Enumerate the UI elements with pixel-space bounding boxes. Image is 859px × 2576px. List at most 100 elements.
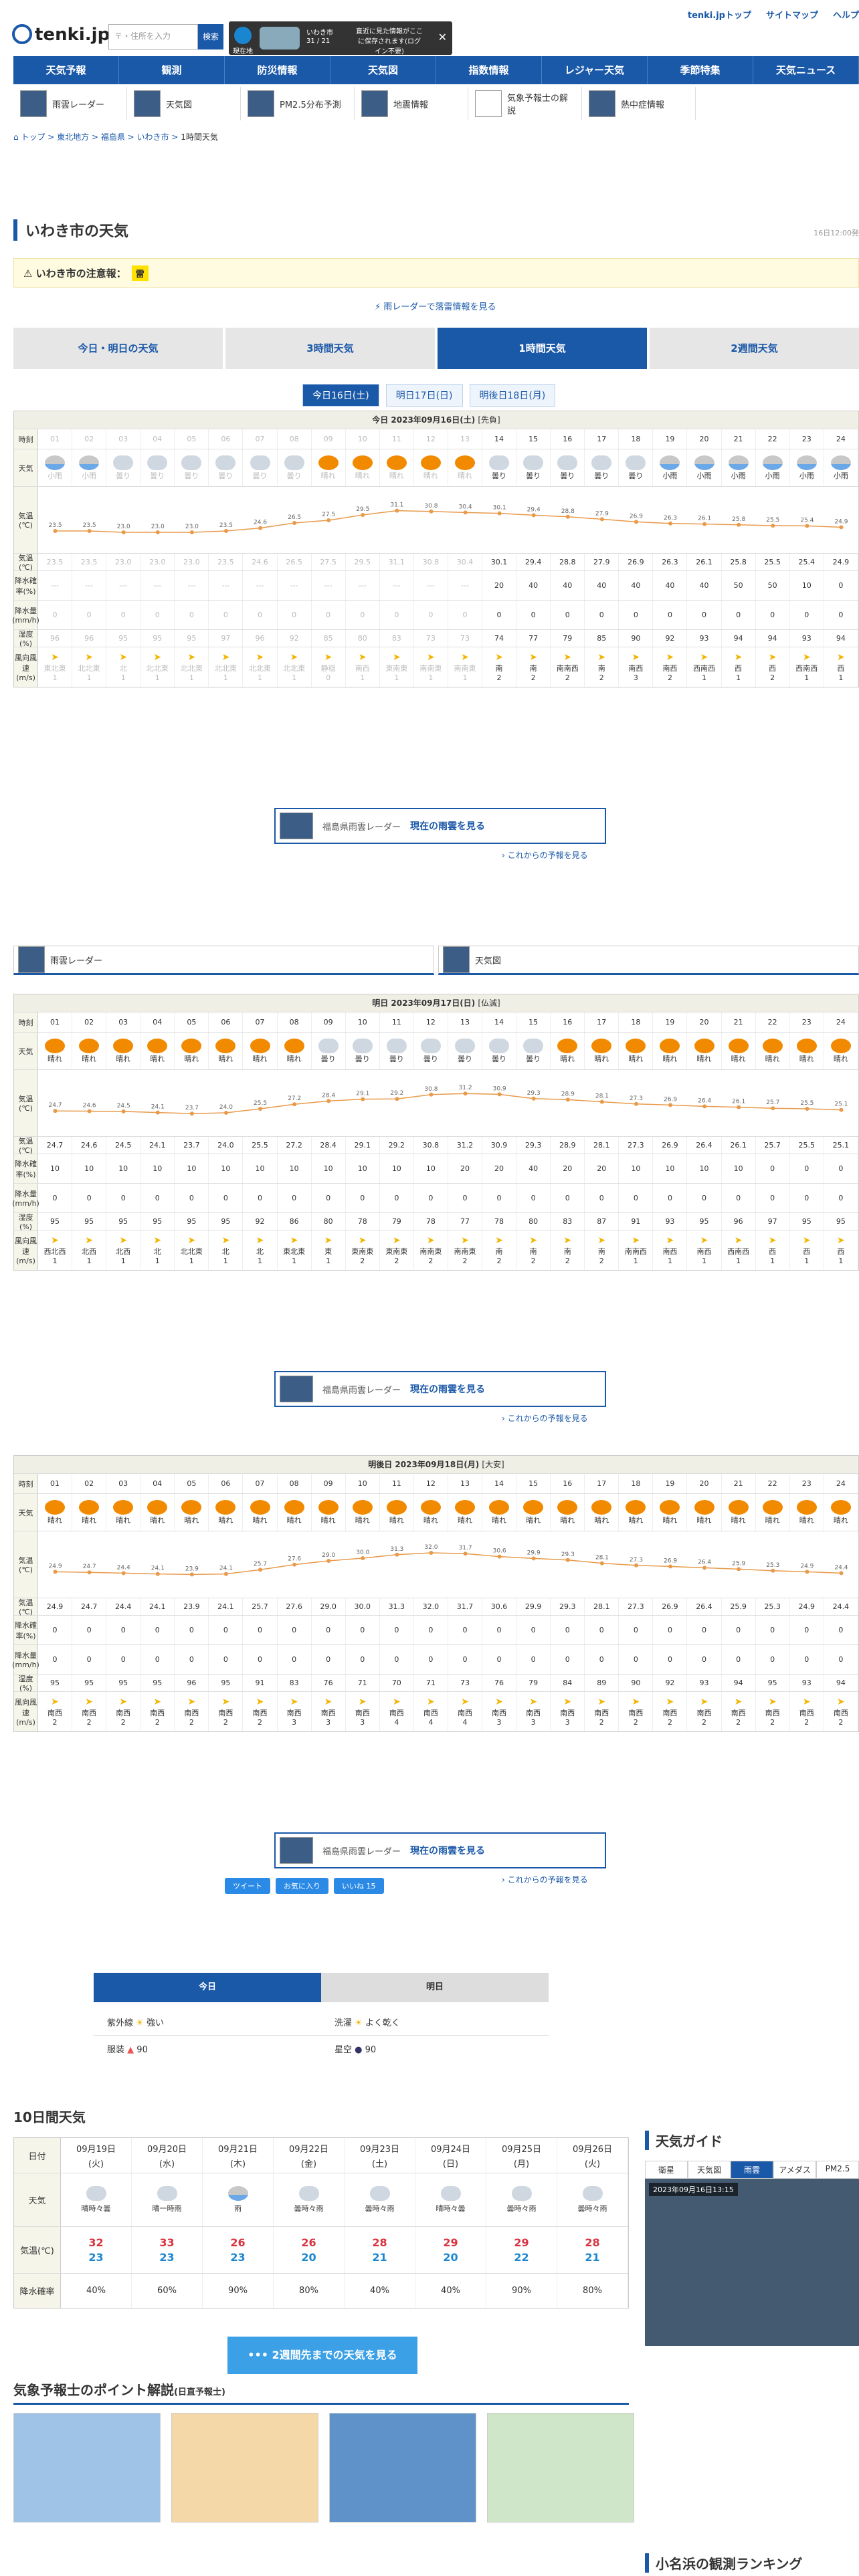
point-card[interactable] <box>329 2413 476 2523</box>
gnav-item[interactable]: レジャー天気 <box>542 56 648 84</box>
temp-value: 24.6 <box>80 1141 98 1150</box>
wind-cell: ➤ 南 2 <box>482 647 517 687</box>
temp-point <box>326 1099 331 1103</box>
more-forecast-link[interactable]: › これからの予報を見る <box>502 849 588 861</box>
temp-point-label: 24.1 <box>219 1566 233 1572</box>
precip-row: 降水量(mm/h) 0 0 0 0 0 0 0 0 0 0 0 0 0 0 0 0 0 0 0 0 0 0 0 0 <box>12 600 858 629</box>
precip-value: 0 <box>531 611 536 619</box>
advisory-badge[interactable]: 雷 <box>131 265 149 281</box>
index-tab-tomorrow[interactable]: 明日 <box>321 1973 549 2002</box>
weather-icon <box>626 1038 646 1053</box>
crumb-item[interactable]: トップ <box>21 132 45 142</box>
crumb-item[interactable]: 福島県 <box>101 132 125 142</box>
rain-radar-button[interactable]: 福島県雨雲レーダー 現在の雨雲を見る <box>274 808 606 844</box>
like-button[interactable]: いいね 15 <box>334 1878 384 1894</box>
tab-today-tomorrow[interactable]: 今日・明日の天気 <box>13 328 223 369</box>
rain-radar-button[interactable]: 福島県雨雲レーダー 現在の雨雲を見る <box>274 1371 606 1407</box>
hour-label: 11 <box>391 1479 401 1488</box>
day-tab[interactable]: 明後日18日(月) <box>469 384 556 407</box>
search-button[interactable]: 検索 <box>198 24 223 49</box>
tab-3hour[interactable]: 3時間天気 <box>225 328 435 369</box>
wind-arrow-icon: ➤ <box>290 1697 298 1707</box>
radar-link[interactable]: ⚡ 雨レーダーで落雷情報を見る <box>375 300 496 312</box>
crumb-item[interactable]: いわき市 <box>137 132 169 142</box>
prob-cell: 40 <box>516 571 551 600</box>
link-sitemap[interactable]: サイトマップ <box>766 11 818 21</box>
hour-label: 13 <box>460 1479 470 1488</box>
weather-cell: 晴れ <box>482 1494 517 1531</box>
rain-radar-map[interactable]: 2023年09月16日13:15 <box>645 2179 859 2346</box>
humid-cell: 95 <box>72 1675 107 1691</box>
current-location-widget[interactable]: 現在地 いわき市 31 / 21 直近に見た情報がここに保存されます(ログイン不… <box>229 21 452 56</box>
precip-value: 0 <box>770 611 775 619</box>
day-tab[interactable]: 今日16日(土) <box>302 384 379 407</box>
heat-thumb <box>589 90 615 117</box>
tweet-button[interactable]: ツイート <box>225 1878 270 1894</box>
gnav-item[interactable]: 天気ニュース <box>753 56 859 84</box>
index-item[interactable]: 星空 ● 90 <box>321 2036 549 2062</box>
snav-item[interactable]: 気象予報士の解説 <box>468 87 582 120</box>
more-forecast-link[interactable]: › これからの予報を見る <box>502 1874 588 1885</box>
guide-tab[interactable]: PM2.5 <box>816 2161 859 2179</box>
snav-item[interactable]: 天気図 <box>127 87 241 120</box>
prob-cell: 10 <box>175 1154 209 1183</box>
guide-tab[interactable]: アメダス <box>773 2161 816 2179</box>
index-tab-today[interactable]: 今日 <box>94 1973 321 2002</box>
prob-value: --- <box>358 581 367 590</box>
weather-text: 晴れ <box>82 1515 97 1525</box>
gnav-item[interactable]: 天気図 <box>330 56 436 84</box>
link-top[interactable]: tenki.jpトップ <box>688 11 751 21</box>
day-tab[interactable]: 明日17日(日) <box>385 384 463 407</box>
guide-tab[interactable]: 衛星 <box>645 2161 688 2179</box>
strip-item-chart[interactable]: 天気図 <box>438 946 859 975</box>
temp-cell: 31.7 <box>448 1598 483 1615</box>
prob-cell: --- <box>278 571 312 600</box>
time-cell: 20 <box>687 429 722 449</box>
close-icon[interactable]: ✕ <box>438 31 447 43</box>
point-card[interactable] <box>487 2413 634 2523</box>
temp-point <box>361 513 365 517</box>
advisory-banner[interactable]: ⚠ いわき市の注意報：雷 <box>13 258 859 288</box>
weather-icon <box>440 2186 461 2201</box>
gnav-item[interactable]: 観測 <box>119 56 225 84</box>
index-item[interactable]: 紫外線 ☀ 強い <box>94 2009 321 2036</box>
strip-item-radar[interactable]: 雨雲レーダー <box>13 946 434 975</box>
wind-cell: ➤ 西 1 <box>790 1230 824 1270</box>
tab-2week[interactable]: 2週間天気 <box>650 328 859 369</box>
gnav-item[interactable]: 指数情報 <box>436 56 542 84</box>
ten-weather: 晴一時雨 <box>152 2204 182 2213</box>
search-input[interactable]: 〒・住所を入力 <box>108 24 198 49</box>
link-help[interactable]: ヘルプ <box>833 11 859 21</box>
point-card[interactable] <box>13 2413 161 2523</box>
hour-label: 04 <box>153 1018 163 1027</box>
hour-label: 01 <box>50 1018 60 1027</box>
crumb-item[interactable]: 東北地方 <box>57 132 89 142</box>
gnav-item[interactable]: 防災情報 <box>225 56 330 84</box>
tab-1hour[interactable]: 1時間天気 <box>438 328 647 369</box>
prob-value: --- <box>324 581 332 590</box>
snav-item[interactable]: 熱中症情報 <box>582 87 696 120</box>
gnav-item[interactable]: 季節特集 <box>648 56 753 84</box>
snav-item[interactable]: 地震情報 <box>355 87 468 120</box>
favorite-button[interactable]: お気に入り <box>276 1878 328 1894</box>
index-item[interactable]: 服装 ▲ 90 <box>94 2036 321 2062</box>
weather-text: 曇り <box>560 471 575 480</box>
snav-item[interactable]: PM2.5分布予測 <box>241 87 355 120</box>
two-week-button[interactable]: ••• 2週間先までの天気を見る <box>227 2337 417 2374</box>
gnav-item[interactable]: 天気予報 <box>13 56 119 84</box>
precip-value: 0 <box>496 611 502 619</box>
wind-dir: 南西 <box>47 1709 63 1717</box>
guide-tab[interactable]: 天気図 <box>688 2161 731 2179</box>
index-item[interactable]: 洗濯 ☀ よく乾く <box>321 2009 549 2036</box>
temp-point-label: 27.3 <box>630 1095 643 1102</box>
rain-radar-button[interactable]: 福島県雨雲レーダー 現在の雨雲を見る <box>274 1832 606 1868</box>
more-forecast-link[interactable]: › これからの予報を見る <box>502 1412 588 1424</box>
snav-item[interactable]: 雨雲レーダー <box>13 87 127 120</box>
point-card[interactable] <box>171 2413 318 2523</box>
precip-value: 0 <box>496 1655 502 1664</box>
wind-speed: 2 <box>189 1718 194 1727</box>
weather-text: 曇り <box>389 1054 404 1063</box>
precip-cell: 0 <box>346 1184 380 1212</box>
guide-tab[interactable]: 雨雲 <box>731 2161 773 2179</box>
site-logo[interactable]: tenki.jp <box>12 24 110 45</box>
